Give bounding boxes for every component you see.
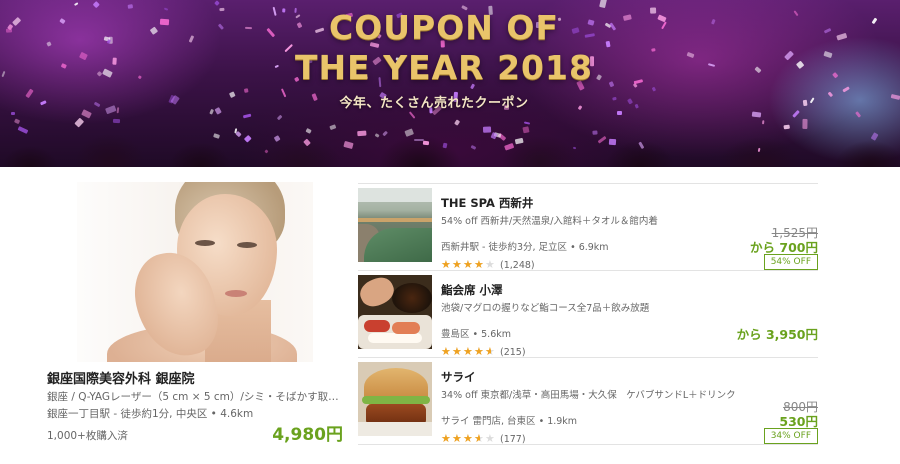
featured-deal-location: 銀座一丁目駅 - 徒歩約1分, 中央区 • 4.6km: [47, 408, 254, 420]
featured-deal-purchase-count: 1,000+枚購入済: [47, 430, 128, 442]
list-divider: [358, 444, 818, 445]
kebab-photo[interactable]: [358, 362, 432, 436]
sushi-photo[interactable]: [358, 275, 432, 349]
featured-deal-price: 4,980円: [272, 425, 343, 445]
deal-title[interactable]: THE SPA 西新井: [441, 195, 533, 211]
deal-description: 池袋/マグロの握りなど鮨コース全7品＋飲み放題: [441, 303, 650, 314]
featured-deal-description: 銀座 / Q-YAGレーザー（5 cm × 5 cm）/シミ・そばかす取り放題（…: [47, 391, 343, 403]
deal-location: 豊島区 • 5.6km: [441, 329, 512, 340]
deal-item-kebab[interactable]: サライ 34% off 東京都/浅草・高田馬場・大久保 ケバブサンドL＋ドリンク…: [358, 362, 818, 446]
deal-location: 西新井駅 - 徒歩約3分, 足立区 • 6.9km: [441, 242, 609, 253]
deal-item-spa[interactable]: THE SPA 西新井 54% off 西新井/天然温泉/入館料＋タオル＆館内着…: [358, 188, 818, 272]
deal-title[interactable]: サライ: [441, 369, 476, 385]
featured-deal-photo[interactable]: [77, 182, 313, 362]
featured-deal-title[interactable]: 銀座国際美容外科 銀座院: [47, 368, 343, 387]
deal-item-sushi[interactable]: 鮨会席 小澤 池袋/マグロの握りなど鮨コース全7品＋飲み放題 豊島区 • 5.6…: [358, 275, 818, 359]
hero-banner[interactable]: COUPON OF THE YEAR 2018 今年、たくさん売れたクーポン: [0, 0, 900, 167]
deal-title[interactable]: 鮨会席 小澤: [441, 282, 503, 298]
star-rating: ★ ★ ★ ★ ★ ★ ★ ★ ★ (1,248): [441, 258, 535, 271]
deal-description: 34% off 東京都/浅草・高田馬場・大久保 ケバブサンドL＋ドリンク: [441, 390, 736, 401]
list-divider: [358, 357, 818, 358]
spa-photo[interactable]: [358, 188, 432, 262]
hero-subtitle: 今年、たくさん売れたクーポン: [339, 96, 529, 111]
hero-title-line2: THE YEAR 2018: [295, 48, 593, 87]
deal-description: 54% off 西新井/天然温泉/入館料＋タオル＆館内着: [441, 216, 658, 227]
star-rating: ★ ★ ★ ★ ★ ★ ★ ★ ★ (177): [441, 432, 526, 445]
discount-badge: 54% OFF: [763, 254, 818, 270]
deal-location: サライ 雷門店, 台東区 • 1.9km: [441, 416, 578, 427]
featured-deal-card[interactable]: 銀座国際美容外科 銀座院 銀座 / Q-YAGレーザー（5 cm × 5 cm）…: [47, 182, 343, 446]
discount-badge: 34% OFF: [763, 428, 818, 444]
list-divider: [358, 183, 818, 184]
list-divider: [358, 270, 818, 271]
star-rating: ★ ★ ★ ★ ★ ★ ★ ★ ★ ★ (215): [441, 345, 526, 358]
hero-title: COUPON OF THE YEAR 2018: [0, 8, 888, 88]
deal-price: から 3,950円: [736, 327, 818, 342]
hero-title-line1: COUPON OF: [328, 8, 559, 47]
